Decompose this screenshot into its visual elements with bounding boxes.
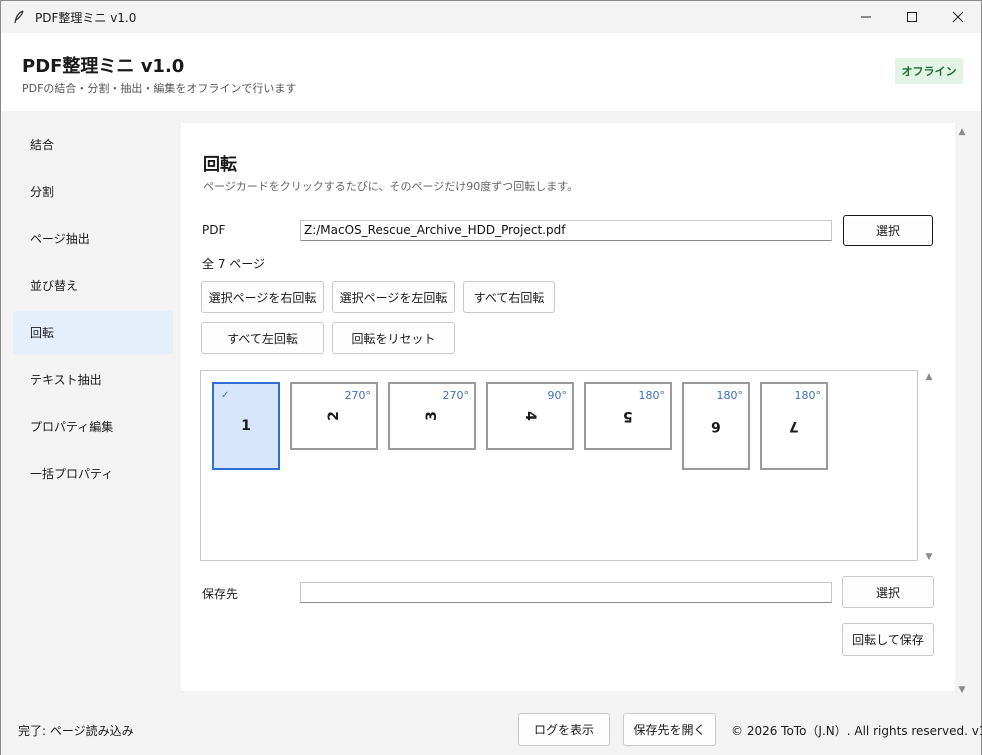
- page-number: 4: [522, 411, 538, 421]
- page-number: 1: [241, 418, 251, 434]
- save-location-label: 保存先: [202, 587, 239, 601]
- page-number: 6: [711, 418, 721, 434]
- scroll-down-icon[interactable]: ▼: [924, 552, 934, 562]
- sidebar-item-edit-properties[interactable]: プロパティ編集: [13, 405, 173, 448]
- page-card-4[interactable]: 90° 4: [486, 382, 574, 450]
- feather-icon: [11, 9, 27, 25]
- app-title: PDF整理ミニ v1.0: [22, 56, 185, 77]
- open-save-folder-button[interactable]: 保存先を開く: [623, 713, 716, 746]
- status-text: 完了: ページ読み込み: [18, 724, 134, 738]
- app-header: PDF整理ミニ v1.0 PDFの結合・分割・抽出・編集をオフラインで行います …: [1, 33, 981, 111]
- page-number: 5: [623, 408, 633, 424]
- sidebar-item-split[interactable]: 分割: [13, 170, 173, 213]
- reset-rotation-button[interactable]: 回転をリセット: [332, 322, 455, 354]
- rotate-all-left-button[interactable]: すべて左回転: [201, 322, 324, 354]
- offline-badge: オフライン: [895, 58, 963, 84]
- minimize-button[interactable]: [843, 1, 889, 33]
- page-thumbnail-area[interactable]: ✓ 1 270° 2 270° 3 90° 4 180° 5 180° 6 18…: [200, 370, 932, 562]
- close-button[interactable]: [935, 1, 981, 33]
- app-subtitle: PDFの結合・分割・抽出・編集をオフラインで行います: [22, 82, 297, 95]
- sidebar-item-rotate[interactable]: 回転: [13, 311, 173, 354]
- sidebar-item-extract-pages[interactable]: ページ抽出: [13, 217, 173, 260]
- scroll-down-icon[interactable]: ▼: [957, 685, 967, 695]
- save-select-button[interactable]: 選択: [842, 576, 934, 608]
- page-card-2[interactable]: 270° 2: [290, 382, 378, 450]
- pdf-select-button[interactable]: 選択: [843, 215, 933, 246]
- show-log-button[interactable]: ログを表示: [518, 713, 610, 746]
- pdf-path-field[interactable]: Z:/MacOS_Rescue_Archive_HDD_Project.pdf: [300, 220, 832, 241]
- page-card-3[interactable]: 270° 3: [388, 382, 476, 450]
- sidebar-item-reorder[interactable]: 並び替え: [13, 264, 173, 307]
- sidebar-item-batch-properties[interactable]: 一括プロパティ: [13, 452, 173, 495]
- status-bar: 完了: ページ読み込み ログを表示 保存先を開く © 2026 ToTo（J.N…: [1, 703, 982, 755]
- scroll-up-icon[interactable]: ▲: [924, 372, 934, 382]
- rotate-and-save-button[interactable]: 回転して保存: [842, 623, 934, 656]
- page-card-5[interactable]: 180° 5: [584, 382, 672, 450]
- window-title: PDF整理ミニ v1.0: [35, 10, 137, 25]
- rotate-selected-left-button[interactable]: 選択ページを左回転: [332, 281, 455, 313]
- rotate-all-right-button[interactable]: すべて右回転: [463, 281, 555, 313]
- page-card-6[interactable]: 180° 6: [682, 382, 750, 470]
- title-bar[interactable]: PDF整理ミニ v1.0: [1, 1, 981, 33]
- save-path-field[interactable]: [300, 582, 832, 603]
- page-card-7[interactable]: 180° 7: [760, 382, 828, 470]
- window-controls: [843, 1, 981, 33]
- maximize-icon: [907, 12, 917, 22]
- page-number: 7: [789, 418, 799, 434]
- main-scrollbar[interactable]: ▲ ▼: [955, 123, 969, 695]
- sidebar-item-extract-text[interactable]: テキスト抽出: [13, 358, 173, 401]
- scroll-up-icon[interactable]: ▲: [957, 127, 967, 137]
- page-area-scrollbar[interactable]: ▲ ▼: [921, 371, 937, 562]
- minimize-icon: [861, 16, 871, 18]
- rotate-selected-right-button[interactable]: 選択ページを右回転: [201, 281, 324, 313]
- pdf-label: PDF: [202, 223, 226, 237]
- rotate-panel: 回転 ページカードをクリックするたびに、そのページだけ90度ずつ回転します。 P…: [181, 123, 955, 691]
- section-title: 回転: [203, 155, 237, 175]
- page-number: 2: [326, 411, 342, 421]
- page-count: 全 7 ページ: [202, 257, 266, 271]
- sidebar-item-merge[interactable]: 結合: [13, 123, 173, 166]
- page-card-1[interactable]: ✓ 1: [212, 382, 280, 470]
- section-description: ページカードをクリックするたびに、そのページだけ90度ずつ回転します。: [203, 180, 579, 193]
- copyright-text: © 2026 ToTo（J.N）. All rights reserved. v…: [731, 724, 982, 738]
- page-number: 3: [424, 411, 440, 421]
- sidebar: 結合 分割 ページ抽出 並び替え 回転 テキスト抽出 プロパティ編集 一括プロパ…: [13, 123, 173, 499]
- close-icon: [952, 11, 964, 23]
- app-window: PDF整理ミニ v1.0 PDF整理ミニ v1.0 PDFの結合・分割・抽出・編…: [0, 0, 982, 755]
- maximize-button[interactable]: [889, 1, 935, 33]
